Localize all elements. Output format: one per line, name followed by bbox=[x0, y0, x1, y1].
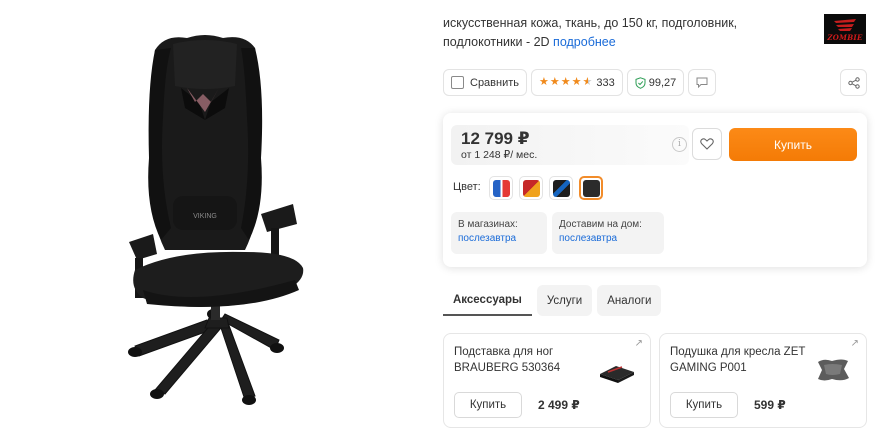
star-icon: ★ bbox=[571, 76, 582, 88]
related-tabs: Аксессуары Услуги Аналоги bbox=[443, 285, 662, 316]
accessory-buy-button[interactable]: Купить bbox=[454, 392, 522, 418]
reviews-count: 333 bbox=[596, 76, 615, 89]
buy-card: 12 799 ₽ от 1 248 ₽/ мес. i Купить Цвет:… bbox=[443, 113, 867, 267]
half-star-icon: ★ bbox=[582, 76, 593, 88]
chair-logo-text: VIKING bbox=[193, 213, 217, 220]
home-delivery[interactable]: Доставим на дом: послезавтра bbox=[552, 212, 664, 254]
open-arrow-icon[interactable]: ↗ bbox=[851, 338, 859, 349]
tab-services[interactable]: Услуги bbox=[536, 285, 593, 316]
footrest-image bbox=[600, 366, 634, 383]
accessory-buy-button[interactable]: Купить bbox=[670, 392, 738, 418]
installment-price: от 1 248 ₽/ мес. bbox=[461, 149, 538, 161]
more-link[interactable]: подробнее bbox=[553, 35, 616, 49]
pillow-image bbox=[818, 359, 849, 381]
price-box: 12 799 ₽ от 1 248 ₽/ мес. i bbox=[451, 125, 689, 165]
reliability-value: 99,27 bbox=[648, 76, 677, 89]
price: 12 799 ₽ bbox=[461, 129, 530, 148]
tab-analogs[interactable]: Аналоги bbox=[597, 285, 662, 316]
product-description: искусственная кожа, ткань, до 150 кг, по… bbox=[443, 14, 813, 52]
accessory-name[interactable]: Подставка для ног BRAUBERG 530364 bbox=[454, 344, 594, 376]
accessory-price: 2 499 ₽ bbox=[538, 398, 580, 412]
star-icon: ★ bbox=[539, 76, 549, 88]
rating-stars: ★ ★ ★ ★ ★ bbox=[539, 77, 592, 88]
shield-icon bbox=[635, 76, 646, 89]
color-label: Цвет: bbox=[453, 181, 481, 193]
checkbox-icon[interactable] bbox=[451, 76, 464, 89]
accessory-name[interactable]: Подушка для кресла ZET GAMING P001 bbox=[670, 344, 810, 376]
buy-button[interactable]: Купить bbox=[729, 128, 857, 161]
brand-logo-text: ZOMBIE bbox=[827, 33, 863, 42]
chat-icon bbox=[696, 77, 708, 88]
brand-logo-stripes-icon bbox=[834, 19, 856, 31]
share-icon bbox=[847, 76, 860, 89]
reliability-button[interactable]: 99,27 bbox=[626, 69, 685, 96]
open-arrow-icon[interactable]: ↗ bbox=[635, 338, 643, 349]
color-swatch-blue-white[interactable] bbox=[489, 176, 513, 200]
accessory-card[interactable]: Подушка для кресла ZET GAMING P001 ↗ Куп… bbox=[659, 333, 867, 428]
in-store-title: В магазинах: bbox=[458, 219, 518, 230]
star-icon: ★ bbox=[560, 76, 571, 88]
comments-button[interactable] bbox=[688, 69, 717, 96]
color-swatches bbox=[489, 176, 603, 200]
accessory-card[interactable]: Подставка для ног BRAUBERG 530364 ↗ Купи… bbox=[443, 333, 651, 428]
action-bar: Сравнить ★ ★ ★ ★ ★ 333 99,27 bbox=[443, 69, 717, 96]
in-store-availability[interactable]: В магазинах: послезавтра bbox=[451, 212, 547, 254]
color-swatch-black[interactable] bbox=[579, 176, 603, 200]
color-swatch-red-orange[interactable] bbox=[519, 176, 543, 200]
star-icon: ★ bbox=[549, 76, 560, 88]
compare-button[interactable]: Сравнить bbox=[443, 69, 528, 96]
in-store-value: послезавтра bbox=[458, 233, 517, 244]
home-delivery-value: послезавтра bbox=[559, 233, 618, 244]
rating-button[interactable]: ★ ★ ★ ★ ★ 333 bbox=[531, 69, 623, 96]
home-delivery-title: Доставим на дом: bbox=[559, 219, 642, 230]
share-button[interactable] bbox=[840, 69, 867, 96]
color-swatch-blue-black[interactable] bbox=[549, 176, 573, 200]
tab-accessories[interactable]: Аксессуары bbox=[443, 285, 532, 316]
compare-label: Сравнить bbox=[470, 76, 520, 89]
brand-logo[interactable]: ZOMBIE bbox=[824, 14, 866, 44]
product-image[interactable]: VIKING bbox=[95, 28, 335, 418]
accessory-price: 599 ₽ bbox=[754, 398, 786, 412]
wishlist-button[interactable] bbox=[692, 128, 722, 160]
info-icon[interactable]: i bbox=[672, 137, 687, 152]
heart-icon bbox=[700, 138, 714, 150]
